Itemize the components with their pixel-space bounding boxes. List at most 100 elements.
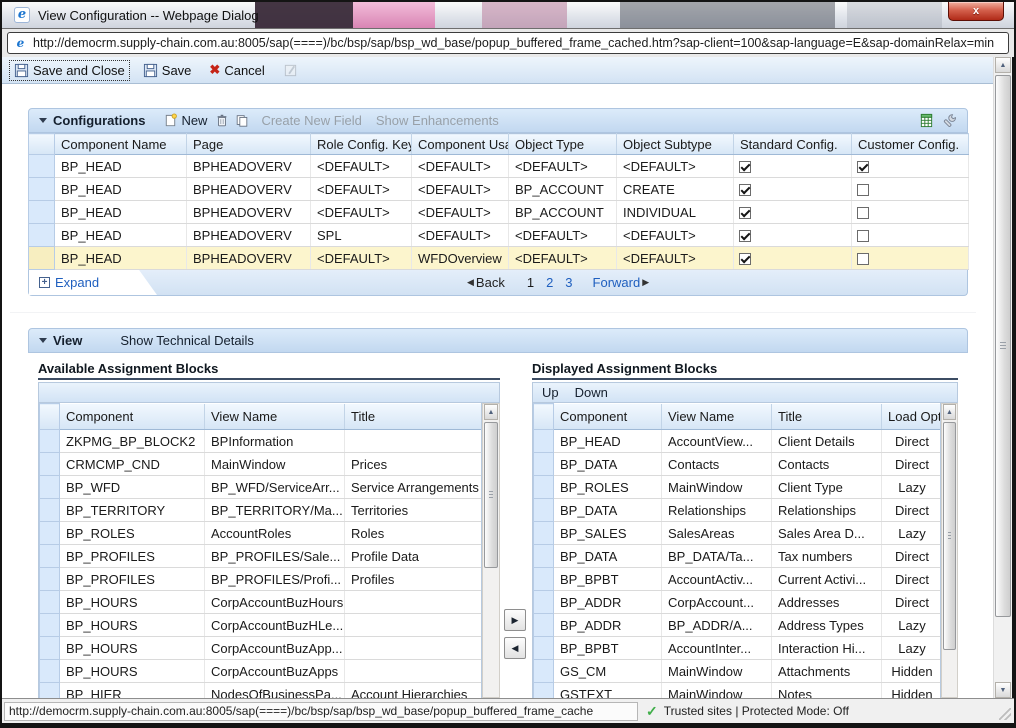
row-selector[interactable] xyxy=(29,155,55,178)
collapse-triangle-icon[interactable] xyxy=(39,118,47,123)
col-page[interactable]: Page xyxy=(187,134,311,155)
scroll-down-button[interactable]: ▼ xyxy=(995,682,1011,698)
scroll-up-button[interactable]: ▲ xyxy=(995,57,1011,73)
scrollbar-thumb[interactable] xyxy=(484,422,498,568)
available-block-row[interactable]: ZKPMG_BP_BLOCK2BPInformation xyxy=(40,430,483,453)
available-block-row[interactable]: BP_TERRITORYBP_TERRITORY/Ma...Territorie… xyxy=(40,499,483,522)
available-block-row[interactable]: BP_HOURSCorpAccountBuzHours xyxy=(40,591,483,614)
customer-config-checkbox[interactable] xyxy=(857,253,869,265)
scroll-up-button[interactable]: ▲ xyxy=(943,404,956,420)
available-block-row[interactable]: BP_ROLESAccountRolesRoles xyxy=(40,522,483,545)
scrollbar-thumb[interactable] xyxy=(995,75,1011,617)
standard-config-checkbox[interactable] xyxy=(739,253,751,265)
new-button[interactable]: New xyxy=(163,113,207,128)
row-selector[interactable] xyxy=(534,545,554,568)
row-selector[interactable] xyxy=(40,453,60,476)
move-left-button[interactable]: ◀ xyxy=(504,637,526,659)
personalize-button[interactable] xyxy=(942,113,957,128)
show-technical-details-button[interactable]: Show Technical Details xyxy=(120,333,253,348)
row-selector[interactable] xyxy=(40,614,60,637)
customer-config-checkbox[interactable] xyxy=(857,161,869,173)
col-customer-config[interactable]: Customer Config. xyxy=(852,134,969,155)
col-component[interactable]: Component xyxy=(60,404,205,430)
main-vertical-scrollbar[interactable]: ▲ ▼ xyxy=(993,57,1012,698)
row-selector[interactable] xyxy=(40,683,60,699)
displayed-block-row[interactable]: BP_BPBTAccountInter...Interaction Hi...L… xyxy=(534,637,942,660)
customer-config-checkbox[interactable] xyxy=(857,184,869,196)
scroll-up-button[interactable]: ▲ xyxy=(484,404,498,420)
cancel-button[interactable]: ✖ Cancel xyxy=(205,60,268,80)
displayed-block-row[interactable]: BP_SALESSalesAreasSales Area D...Lazy xyxy=(534,522,942,545)
select-all-header[interactable] xyxy=(29,134,55,155)
row-selector[interactable] xyxy=(29,247,55,270)
configuration-row[interactable]: BP_HEADBPHEADOVERV<DEFAULT><DEFAULT>BP_A… xyxy=(29,178,969,201)
available-block-row[interactable]: BP_HOURSCorpAccountBuzHLe... xyxy=(40,614,483,637)
displayed-block-row[interactable]: BP_DATABP_DATA/Ta...Tax numbersDirect xyxy=(534,545,942,568)
move-right-button[interactable]: ▶ xyxy=(504,609,526,631)
col-role-config-key[interactable]: Role Config. Key xyxy=(311,134,412,155)
displayed-block-row[interactable]: BP_BPBTAccountActiv...Current Activi...D… xyxy=(534,568,942,591)
row-selector[interactable] xyxy=(40,591,60,614)
displayed-block-row[interactable]: GSTEXTMainWindowNotesHidden xyxy=(534,683,942,699)
row-selector[interactable] xyxy=(534,591,554,614)
row-selector[interactable] xyxy=(29,201,55,224)
save-button[interactable]: Save xyxy=(139,61,196,80)
row-selector[interactable] xyxy=(40,637,60,660)
expand-link[interactable]: + Expand xyxy=(29,270,157,295)
customer-config-checkbox[interactable] xyxy=(857,207,869,219)
standard-config-checkbox[interactable] xyxy=(739,207,751,219)
col-load-option[interactable]: Load Option xyxy=(882,404,942,430)
row-selector[interactable] xyxy=(40,430,60,453)
down-button[interactable]: Down xyxy=(575,385,608,400)
page-link-2[interactable]: 2 xyxy=(546,275,553,290)
standard-config-checkbox[interactable] xyxy=(739,230,751,242)
col-component-name[interactable]: Component Name xyxy=(55,134,187,155)
row-selector[interactable] xyxy=(29,224,55,247)
configuration-row[interactable]: BP_HEADBPHEADOVERV<DEFAULT>WFDOverview<D… xyxy=(29,247,969,270)
customer-config-checkbox[interactable] xyxy=(857,230,869,242)
row-selector[interactable] xyxy=(40,476,60,499)
row-selector[interactable] xyxy=(534,683,554,699)
row-selector[interactable] xyxy=(40,660,60,683)
col-component[interactable]: Component xyxy=(554,404,662,430)
export-spreadsheet-button[interactable] xyxy=(919,113,934,128)
displayed-block-row[interactable]: BP_ROLESMainWindowClient TypeLazy xyxy=(534,476,942,499)
collapse-triangle-icon[interactable] xyxy=(39,338,47,343)
row-selector[interactable] xyxy=(534,660,554,683)
row-selector[interactable] xyxy=(40,522,60,545)
col-title[interactable]: Title xyxy=(772,404,882,430)
displayed-block-row[interactable]: BP_HEADAccountView...Client DetailsDirec… xyxy=(534,430,942,453)
configuration-row[interactable]: BP_HEADBPHEADOVERVSPL<DEFAULT><DEFAULT><… xyxy=(29,224,969,247)
displayed-block-row[interactable]: BP_ADDRBP_ADDR/A...Address TypesLazy xyxy=(534,614,942,637)
col-object-type[interactable]: Object Type xyxy=(509,134,617,155)
available-block-row[interactable]: BP_HOURSCorpAccountBuzApp... xyxy=(40,637,483,660)
page-link-1[interactable]: 1 xyxy=(527,275,534,290)
row-selector[interactable] xyxy=(534,499,554,522)
forward-link[interactable]: Forward xyxy=(593,275,641,290)
address-field[interactable]: e http://democrm.supply-chain.com.au:800… xyxy=(7,32,1009,54)
back-link[interactable]: Back xyxy=(476,275,505,290)
available-block-row[interactable]: BP_HOURSCorpAccountBuzApps xyxy=(40,660,483,683)
available-blocks-scrollbar[interactable]: ▲ xyxy=(482,403,500,698)
delete-button[interactable] xyxy=(215,113,229,128)
configuration-row[interactable]: BP_HEADBPHEADOVERV<DEFAULT><DEFAULT>BP_A… xyxy=(29,201,969,224)
col-view-name[interactable]: View Name xyxy=(205,404,345,430)
col-view-name[interactable]: View Name xyxy=(662,404,772,430)
displayed-blocks-scrollbar[interactable]: ▲ xyxy=(941,403,958,698)
close-button[interactable]: x xyxy=(948,2,1004,21)
page-link-3[interactable]: 3 xyxy=(565,275,572,290)
row-selector[interactable] xyxy=(534,637,554,660)
available-block-row[interactable]: BP_PROFILESBP_PROFILES/Profi...Profiles xyxy=(40,568,483,591)
displayed-block-row[interactable]: BP_DATARelationshipsRelationshipsDirect xyxy=(534,499,942,522)
row-selector[interactable] xyxy=(534,430,554,453)
resize-grip[interactable] xyxy=(999,708,1011,720)
row-selector[interactable] xyxy=(40,545,60,568)
standard-config-checkbox[interactable] xyxy=(739,161,751,173)
available-block-row[interactable]: BP_HIERNodesOfBusinessPa...Account Hiera… xyxy=(40,683,483,699)
displayed-block-row[interactable]: BP_DATAContactsContactsDirect xyxy=(534,453,942,476)
row-selector[interactable] xyxy=(534,522,554,545)
row-selector[interactable] xyxy=(534,476,554,499)
copy-button[interactable] xyxy=(235,113,249,128)
col-object-subtype[interactable]: Object Subtype xyxy=(617,134,734,155)
row-selector[interactable] xyxy=(29,178,55,201)
